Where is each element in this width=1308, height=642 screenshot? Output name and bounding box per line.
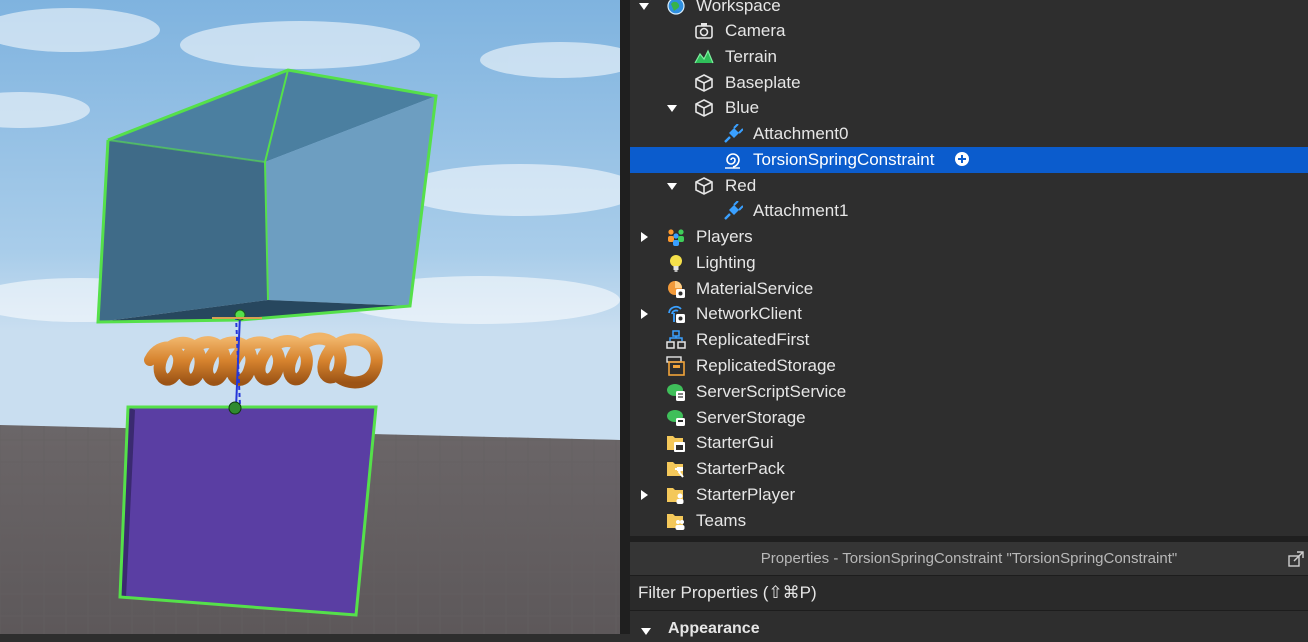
add-object-icon[interactable] xyxy=(954,151,970,167)
collapse-arrow-icon[interactable] xyxy=(638,231,650,243)
tree-item-label: NetworkClient xyxy=(696,304,802,323)
tree-item-label: TorsionSpringConstraint xyxy=(753,150,935,169)
3d-viewport[interactable] xyxy=(0,0,620,634)
tree-item-label: Players xyxy=(696,227,753,246)
tree-item-network-client[interactable]: NetworkClient xyxy=(630,301,1308,327)
explorer-panel: Workspace Camera Terrain Baseplate Blue … xyxy=(630,0,1308,536)
tree-item-camera[interactable]: Camera xyxy=(630,18,1308,44)
tree-item-teams[interactable]: Teams xyxy=(630,508,1308,534)
tree-item-starter-gui[interactable]: StarterGui xyxy=(630,430,1308,456)
tree-item-torsion-spring-constraint[interactable]: TorsionSpringConstraint xyxy=(630,147,1308,173)
viewport-scene xyxy=(0,0,620,634)
tree-item-lighting[interactable]: Lighting xyxy=(630,250,1308,276)
network-client-icon xyxy=(666,304,686,324)
tree-item-players[interactable]: Players xyxy=(630,224,1308,250)
part-icon xyxy=(694,176,714,196)
tree-item-starter-pack[interactable]: StarterPack xyxy=(630,456,1308,482)
part-icon xyxy=(694,73,714,93)
tree-item-label: ReplicatedStorage xyxy=(696,356,836,375)
tree-item-attachment0[interactable]: Attachment0 xyxy=(630,121,1308,147)
starter-gui-icon xyxy=(666,433,686,453)
tree-item-label: ReplicatedFirst xyxy=(696,330,810,349)
workspace-icon xyxy=(666,0,686,16)
expand-arrow-icon[interactable] xyxy=(666,102,678,114)
tree-item-label: Attachment1 xyxy=(753,201,849,220)
tree-item-workspace[interactable]: Workspace xyxy=(630,0,1308,19)
starter-pack-icon xyxy=(666,459,686,479)
collapse-arrow-icon[interactable] xyxy=(638,308,650,320)
tree-item-label: Attachment0 xyxy=(753,124,849,143)
terrain-icon xyxy=(694,47,714,67)
tree-item-label: Camera xyxy=(725,21,786,40)
players-icon xyxy=(666,227,686,247)
red-block[interactable] xyxy=(118,405,378,617)
torsion-spring-icon xyxy=(723,150,743,170)
tree-item-label: StarterGui xyxy=(696,433,774,452)
tree-item-label: Red xyxy=(725,176,757,195)
expand-arrow-icon[interactable] xyxy=(640,624,652,642)
panel-divider[interactable] xyxy=(620,0,630,634)
tree-item-label: Workspace xyxy=(696,0,781,15)
starter-player-icon xyxy=(666,485,686,505)
category-label: Appearance xyxy=(668,620,760,637)
tree-item-baseplate[interactable]: Baseplate xyxy=(630,70,1308,96)
tree-item-label: Lighting xyxy=(696,253,756,272)
tree-item-label: StarterPack xyxy=(696,459,785,478)
tree-item-label: Blue xyxy=(725,98,760,117)
popout-icon[interactable] xyxy=(1288,551,1304,567)
tree-item-label: StarterPlayer xyxy=(696,485,796,504)
filter-properties-input[interactable] xyxy=(638,576,1238,610)
tree-item-label: ServerStorage xyxy=(696,408,806,427)
tree-item-blue[interactable]: Blue xyxy=(630,95,1308,121)
attachment-icon xyxy=(723,201,743,221)
tree-item-server-script-service[interactable]: ServerScriptService xyxy=(630,379,1308,405)
category-appearance[interactable]: Appearance xyxy=(630,618,1308,642)
tree-item-material-service[interactable]: MaterialService xyxy=(630,276,1308,302)
camera-icon xyxy=(694,21,714,41)
server-script-service-icon xyxy=(666,382,686,402)
lighting-icon xyxy=(666,253,686,273)
properties-title: Properties - TorsionSpringConstraint "To… xyxy=(760,550,1178,567)
tree-item-label: MaterialService xyxy=(696,279,814,298)
tree-item-label: Baseplate xyxy=(725,73,801,92)
collapse-arrow-icon[interactable] xyxy=(638,489,650,501)
replicated-first-icon xyxy=(666,330,686,350)
tree-item-starter-player[interactable]: StarterPlayer xyxy=(630,482,1308,508)
tree-item-replicated-first[interactable]: ReplicatedFirst xyxy=(630,327,1308,353)
properties-header: Properties - TorsionSpringConstraint "To… xyxy=(630,542,1308,575)
part-icon xyxy=(694,98,714,118)
tree-item-server-storage[interactable]: ServerStorage xyxy=(630,405,1308,431)
expand-arrow-icon[interactable] xyxy=(666,180,678,192)
tree-item-label: Teams xyxy=(696,511,747,530)
material-service-icon xyxy=(666,279,686,299)
tree-item-label: Terrain xyxy=(725,47,777,66)
tree-item-terrain[interactable]: Terrain xyxy=(630,44,1308,70)
tree-item-red[interactable]: Red xyxy=(630,173,1308,199)
tree-item-label: ServerScriptService xyxy=(696,382,847,401)
filter-properties-bar xyxy=(630,575,1308,611)
expand-arrow-icon[interactable] xyxy=(638,0,650,12)
attachment-icon xyxy=(723,124,743,144)
server-storage-icon xyxy=(666,408,686,428)
tree-item-replicated-storage[interactable]: ReplicatedStorage xyxy=(630,353,1308,379)
properties-panel: Properties - TorsionSpringConstraint "To… xyxy=(630,542,1308,637)
teams-icon xyxy=(666,511,686,531)
tree-item-attachment1[interactable]: Attachment1 xyxy=(630,198,1308,224)
replicated-storage-icon xyxy=(666,356,686,376)
